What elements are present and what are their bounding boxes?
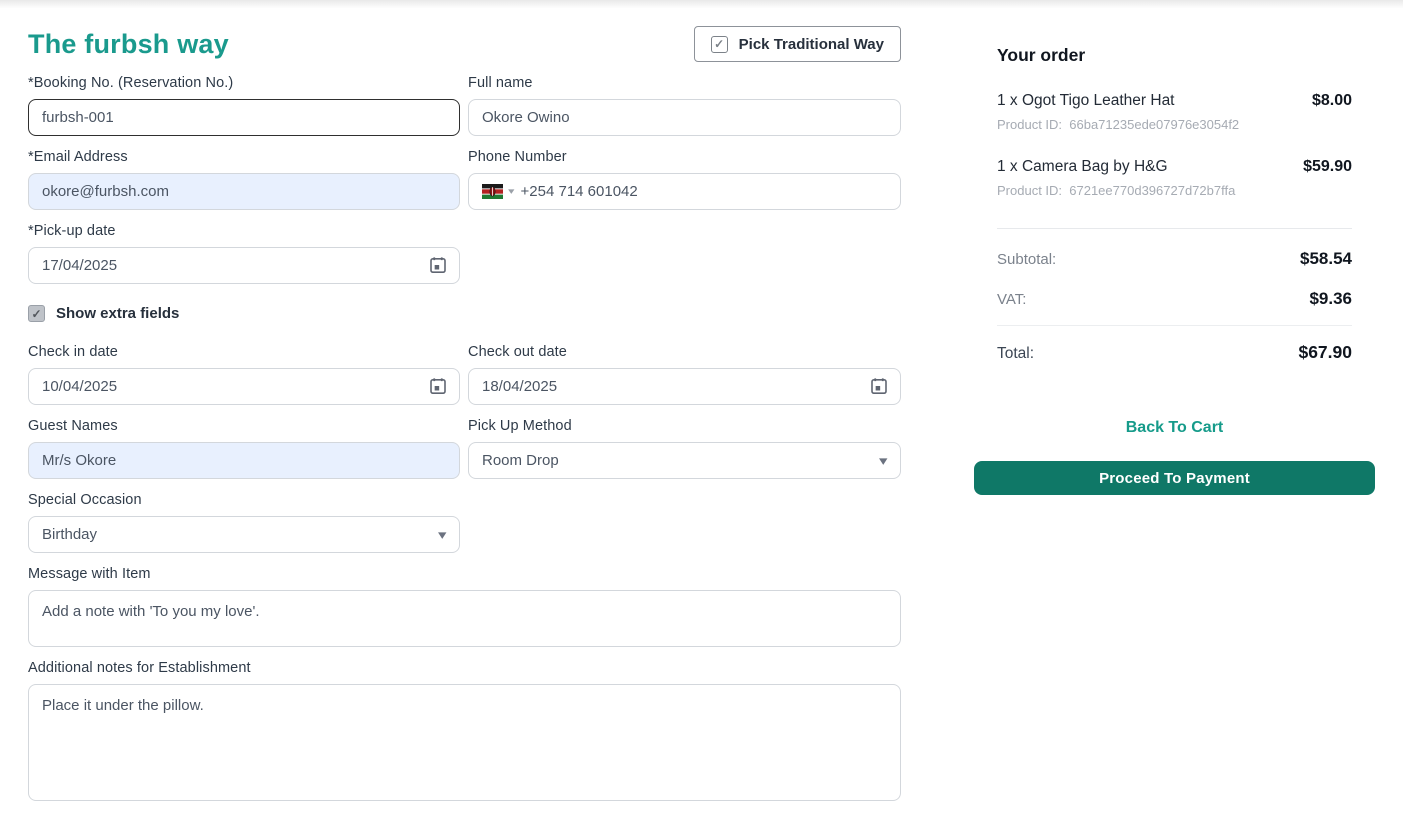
pick-traditional-way-button[interactable]: ✓ Pick Traditional Way — [694, 26, 901, 62]
booking-no-field-group: *Booking No. (Reservation No.) — [28, 75, 460, 136]
phone-input-container[interactable]: ▾ — [468, 173, 901, 210]
calendar-icon[interactable] — [428, 376, 448, 396]
pickup-method-select[interactable]: Room Drop ▾ — [468, 442, 901, 479]
item-product-id: Product ID: 66ba71235ede07976e3054f2 — [997, 117, 1352, 132]
proceed-to-payment-button[interactable]: Proceed To Payment — [974, 461, 1375, 495]
guest-names-field-group: Guest Names — [28, 418, 460, 479]
check-out-field-group: Check out date — [468, 344, 901, 405]
booking-no-label: *Booking No. (Reservation No.) — [28, 75, 460, 91]
pick-traditional-way-label: Pick Traditional Way — [739, 36, 884, 53]
calendar-icon[interactable] — [428, 255, 448, 275]
order-heading: Your order — [997, 45, 1352, 66]
special-occasion-select[interactable]: Birthday ▾ — [28, 516, 460, 553]
full-name-input[interactable] — [468, 99, 901, 136]
email-field-group: *Email Address — [28, 149, 460, 210]
show-extra-fields-label: Show extra fields — [56, 305, 179, 322]
calendar-icon[interactable] — [869, 376, 889, 396]
vat-row: VAT: $9.36 — [997, 289, 1352, 309]
notes-textarea[interactable]: Place it under the pillow. — [28, 684, 901, 801]
subtotal-label: Subtotal: — [997, 251, 1056, 268]
show-extra-fields-toggle[interactable]: ✓ Show extra fields — [28, 305, 901, 322]
message-textarea[interactable]: Add a note with 'To you my love'. — [28, 590, 901, 647]
full-name-label: Full name — [468, 75, 901, 91]
order-divider — [997, 228, 1352, 229]
item-price: $8.00 — [1312, 92, 1352, 110]
check-in-field-group: Check in date — [28, 344, 460, 405]
message-label: Message with Item — [28, 566, 901, 582]
total-row: Total: $67.90 — [997, 342, 1352, 363]
special-occasion-field-group: Special Occasion Birthday ▾ — [28, 492, 460, 553]
order-summary: Your order 1 x Ogot Tigo Leather Hat $8.… — [974, 45, 1375, 801]
full-name-field-group: Full name — [468, 75, 901, 136]
pickup-date-label: *Pick-up date — [28, 223, 460, 239]
phone-label: Phone Number — [468, 149, 901, 165]
total-divider — [997, 325, 1352, 326]
subtotal-row: Subtotal: $58.54 — [997, 249, 1352, 269]
page-title: The furbsh way — [28, 29, 229, 60]
back-to-cart-link[interactable]: Back To Cart — [997, 419, 1352, 437]
order-item: 1 x Ogot Tigo Leather Hat $8.00 Product … — [997, 92, 1352, 132]
check-out-label: Check out date — [468, 344, 901, 360]
kenya-flag-icon[interactable] — [482, 184, 503, 199]
pickup-method-field-group: Pick Up Method Room Drop ▾ — [468, 418, 901, 479]
subtotal-value: $58.54 — [1300, 249, 1352, 269]
total-label: Total: — [997, 345, 1034, 363]
check-in-label: Check in date — [28, 344, 460, 360]
item-name: 1 x Camera Bag by H&G — [997, 158, 1168, 176]
pickup-method-label: Pick Up Method — [468, 418, 901, 434]
top-shadow — [0, 0, 1403, 12]
chevron-down-icon: ▾ — [879, 453, 887, 469]
phone-number-input[interactable] — [521, 183, 887, 200]
phone-field-group: Phone Number ▾ — [468, 149, 901, 210]
message-field-group: Message with Item Add a note with 'To yo… — [28, 566, 901, 647]
order-item: 1 x Camera Bag by H&G $59.90 Product ID:… — [997, 158, 1352, 198]
notes-label: Additional notes for Establishment — [28, 660, 901, 676]
checkbox-checked-icon: ✓ — [711, 36, 728, 53]
guest-names-input[interactable] — [28, 442, 460, 479]
vat-label: VAT: — [997, 291, 1026, 308]
item-price: $59.90 — [1303, 158, 1352, 176]
item-product-id: Product ID: 6721ee770d396727d72b7ffa — [997, 183, 1352, 198]
notes-field-group: Additional notes for Establishment Place… — [28, 660, 901, 801]
booking-form: The furbsh way ✓ Pick Traditional Way *B… — [28, 12, 901, 801]
flag-chevron-down-icon[interactable]: ▾ — [508, 186, 514, 197]
check-out-input[interactable] — [468, 368, 901, 405]
booking-no-input[interactable] — [28, 99, 460, 136]
checkout-page: The furbsh way ✓ Pick Traditional Way *B… — [0, 12, 1403, 801]
special-occasion-value: Birthday — [42, 526, 97, 543]
special-occasion-label: Special Occasion — [28, 492, 460, 508]
email-input[interactable] — [28, 173, 460, 210]
pickup-date-input[interactable] — [28, 247, 460, 284]
checkbox-filled-checked-icon[interactable]: ✓ — [28, 305, 45, 322]
total-value: $67.90 — [1298, 342, 1352, 363]
form-header: The furbsh way ✓ Pick Traditional Way — [28, 26, 901, 62]
vat-value: $9.36 — [1309, 289, 1352, 309]
guest-names-label: Guest Names — [28, 418, 460, 434]
pickup-date-field-group: *Pick-up date — [28, 223, 460, 284]
item-name: 1 x Ogot Tigo Leather Hat — [997, 92, 1175, 110]
chevron-down-icon: ▾ — [438, 527, 446, 543]
email-label: *Email Address — [28, 149, 460, 165]
check-in-input[interactable] — [28, 368, 460, 405]
pickup-method-value: Room Drop — [482, 452, 559, 469]
